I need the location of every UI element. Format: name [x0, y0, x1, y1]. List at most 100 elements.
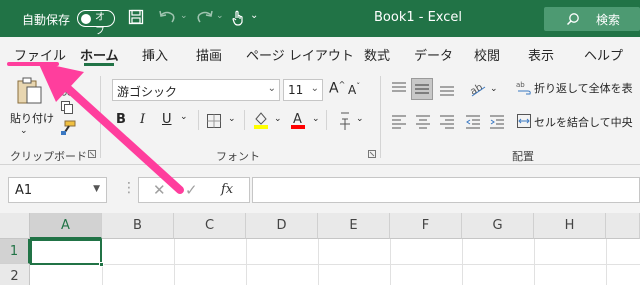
- font-size-value: 11: [288, 83, 304, 97]
- toggle-knob: [81, 13, 91, 24]
- search-box[interactable]: 検索: [544, 7, 640, 31]
- borders-icon[interactable]: [206, 113, 222, 129]
- column-header-c[interactable]: C: [174, 213, 246, 239]
- phonetic-dropdown-icon[interactable]: ⌄: [356, 114, 364, 124]
- tab-insert[interactable]: 挿入: [142, 45, 168, 64]
- decrease-font-size-icon[interactable]: Aˇ: [348, 82, 360, 97]
- chevron-down-icon: ⌄: [267, 83, 276, 94]
- grid-line: [462, 239, 463, 285]
- name-box[interactable]: A1 ▼: [8, 177, 107, 203]
- font-group-label: フォント: [216, 150, 260, 163]
- grid-line: [102, 265, 103, 285]
- column-header-h[interactable]: H: [534, 213, 606, 239]
- touch-mode-icon[interactable]: [230, 9, 246, 27]
- align-left-icon[interactable]: [390, 113, 408, 131]
- document-title: Book1 - Excel: [374, 10, 463, 25]
- svg-text:ab: ab: [468, 82, 484, 98]
- column-header-e[interactable]: E: [318, 213, 390, 239]
- fill-color-dropdown-icon[interactable]: ⌄: [274, 114, 282, 124]
- format-painter-icon[interactable]: [60, 120, 76, 136]
- paste-label[interactable]: 貼り付け: [10, 110, 54, 126]
- row-header-2[interactable]: 2: [0, 264, 30, 285]
- italic-button[interactable]: I: [140, 112, 145, 127]
- column-header-d[interactable]: D: [246, 213, 318, 239]
- tab-formulas[interactable]: 数式: [364, 45, 390, 64]
- align-top-icon[interactable]: [390, 80, 408, 98]
- tab-data[interactable]: データ: [414, 45, 453, 64]
- increase-font-size-icon[interactable]: A^: [329, 80, 345, 97]
- font-color-dropdown-icon[interactable]: ⌄: [312, 114, 320, 124]
- redo-dropdown-icon[interactable]: ⌄: [216, 11, 224, 21]
- font-color-icon[interactable]: A: [290, 110, 306, 130]
- phonetic-guide-icon[interactable]: [338, 110, 352, 132]
- grid-line: [246, 239, 247, 285]
- undo-dropdown-icon[interactable]: ⌄: [180, 11, 188, 21]
- autosave-toggle[interactable]: オフ: [77, 10, 115, 37]
- row-header-1[interactable]: 1: [0, 239, 30, 264]
- wrap-text-button[interactable]: 折り返して全体を表: [534, 80, 633, 96]
- grid-line: [318, 239, 319, 285]
- name-box-value: A1: [15, 183, 33, 198]
- cancel-icon[interactable]: ✕: [153, 181, 166, 199]
- ribbon-separator: [244, 110, 245, 130]
- enter-check-icon[interactable]: ✓: [185, 181, 198, 199]
- merge-center-button[interactable]: セルを結合して中央: [534, 114, 633, 130]
- insert-function-button[interactable]: fx: [221, 182, 233, 197]
- grid-line: [174, 239, 175, 285]
- alignment-group-label: 配置: [512, 150, 534, 163]
- paste-dropdown-icon[interactable]: ⌄: [20, 126, 28, 136]
- align-middle-button[interactable]: [411, 78, 433, 100]
- select-all-corner[interactable]: [0, 213, 30, 239]
- fill-handle[interactable]: [99, 262, 104, 267]
- column-header-f[interactable]: F: [390, 213, 462, 239]
- grid-line: [534, 239, 535, 285]
- column-header-partial[interactable]: [606, 213, 640, 239]
- wrap-text-icon[interactable]: ab: [516, 80, 532, 96]
- align-right-icon[interactable]: [438, 113, 456, 131]
- font-size-select[interactable]: 11 ⌄: [283, 79, 323, 101]
- merge-center-icon[interactable]: [516, 113, 532, 129]
- fill-color-icon[interactable]: [252, 110, 270, 130]
- paste-icon[interactable]: [14, 76, 44, 106]
- column-header-g[interactable]: G: [462, 213, 534, 239]
- bold-button[interactable]: B: [116, 112, 126, 127]
- align-center-icon[interactable]: [414, 113, 432, 131]
- underline-button[interactable]: U: [162, 112, 172, 127]
- copy-icon[interactable]: [60, 100, 74, 114]
- tab-view[interactable]: 表示: [528, 45, 554, 64]
- ribbon-separator: [198, 110, 199, 130]
- tab-review[interactable]: 校閲: [474, 45, 500, 64]
- active-tab-indicator: [84, 63, 114, 66]
- undo-icon[interactable]: [158, 9, 178, 25]
- tab-home[interactable]: ホーム: [80, 45, 119, 64]
- orientation-icon[interactable]: ab: [468, 79, 488, 99]
- save-icon[interactable]: [128, 9, 144, 25]
- column-header-a[interactable]: A: [30, 213, 102, 239]
- formula-input[interactable]: [252, 177, 640, 203]
- orientation-dropdown-icon[interactable]: ⌄: [490, 84, 498, 94]
- grid-line: [390, 239, 391, 285]
- align-bottom-icon[interactable]: [438, 80, 456, 98]
- decrease-indent-icon[interactable]: [464, 113, 482, 131]
- font-name-select[interactable]: 游ゴシック ⌄: [112, 79, 280, 101]
- font-name-value: 游ゴシック: [117, 85, 178, 99]
- tab-help[interactable]: ヘルプ: [584, 45, 623, 64]
- active-cell-a1[interactable]: [30, 239, 102, 265]
- ribbon-separator: [326, 110, 327, 130]
- align-middle-icon: [415, 84, 429, 94]
- tab-draw[interactable]: 描画: [196, 45, 222, 64]
- borders-dropdown-icon[interactable]: ⌄: [228, 114, 236, 124]
- underline-dropdown-icon[interactable]: ⌄: [180, 112, 188, 122]
- qat-customize-icon[interactable]: ⌄: [250, 10, 258, 21]
- redo-icon[interactable]: [194, 9, 214, 25]
- svg-text:A: A: [293, 112, 302, 127]
- increase-indent-icon[interactable]: [488, 113, 506, 131]
- clipboard-launcher-icon[interactable]: [88, 150, 96, 158]
- cut-icon[interactable]: [60, 82, 74, 96]
- search-icon: [566, 13, 579, 26]
- font-launcher-icon[interactable]: [368, 150, 376, 158]
- search-label: 検索: [596, 13, 621, 27]
- column-header-b[interactable]: B: [102, 213, 174, 239]
- tab-page-layout[interactable]: ページ レイアウト: [246, 45, 354, 64]
- ribbon-separator: [100, 76, 101, 158]
